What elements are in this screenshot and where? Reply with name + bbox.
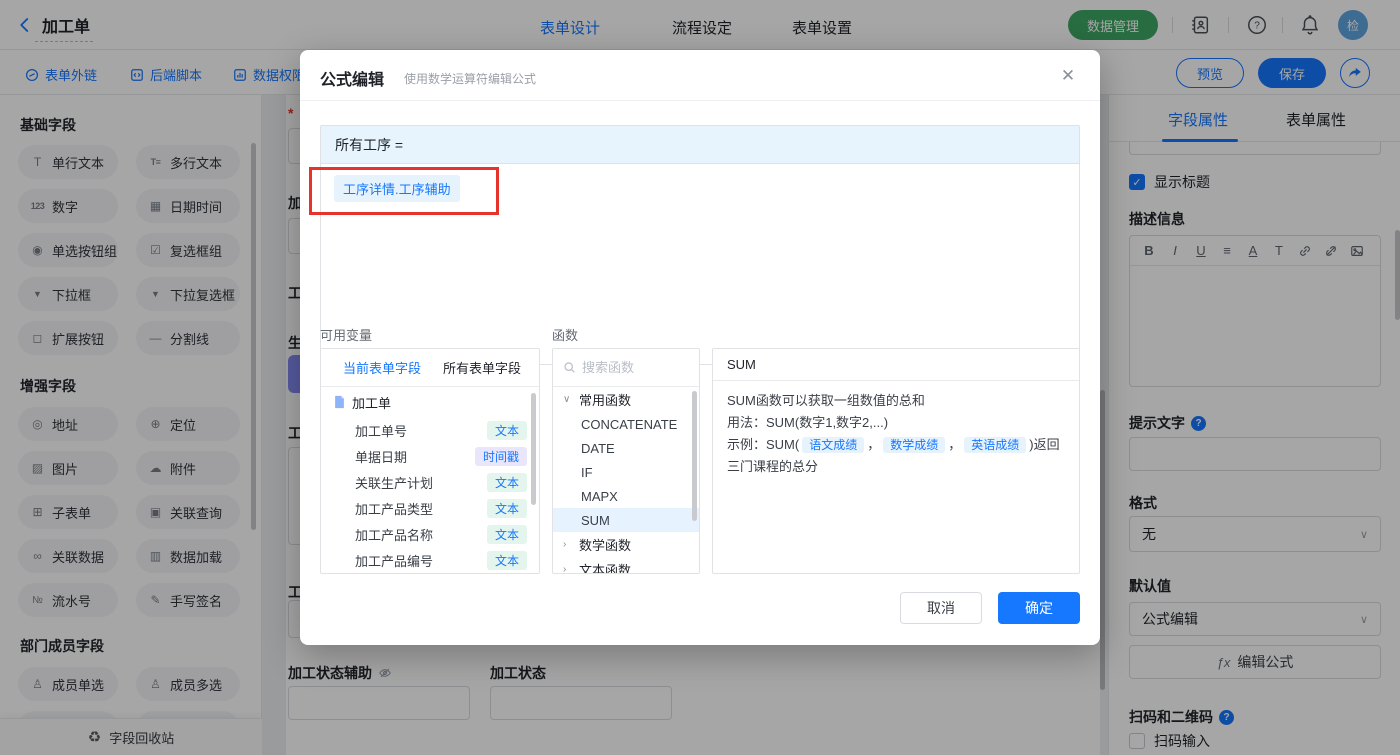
- dialog-title: 公式编辑: [320, 72, 385, 89]
- function-item[interactable]: MAPX: [553, 484, 699, 508]
- close-icon[interactable]: ✕: [1058, 66, 1078, 86]
- functions-label: 函数: [552, 328, 579, 343]
- search-icon: [563, 361, 576, 374]
- confirm-button[interactable]: 确定: [998, 592, 1080, 624]
- function-description-body: SUM函数可以获取一组数值的总和 用法：SUM(数字1,数字2,...) 示例：…: [713, 381, 1079, 487]
- example-field-chip: 英语成绩: [964, 437, 1027, 453]
- variable-row-clipped: [321, 573, 539, 574]
- description-example: 示例：SUM(语文成绩，数学成绩，英语成绩)返回三门课程的总分: [727, 437, 1060, 474]
- variables-panel: 当前表单字段 所有表单字段 加工单 加工单号 文本 单据日期 时间戳 关联生产计划文…: [320, 348, 540, 574]
- chevron-open-icon: ∨: [563, 394, 571, 405]
- variable-row[interactable]: 加工单号 文本: [321, 417, 539, 443]
- function-search-input[interactable]: [582, 360, 682, 375]
- type-tag: 文本: [486, 420, 527, 440]
- type-tag: 文本: [486, 550, 527, 570]
- variable-row[interactable]: 加工产品名称 文本: [321, 521, 539, 547]
- formula-edit-dialog: 公式编辑 使用数学运算符编辑公式 ✕ 所有工序 = 工序详情.工序辅助 可用变量…: [300, 50, 1100, 645]
- type-tag: 文本: [486, 498, 527, 518]
- function-name-header: SUM: [713, 349, 1079, 381]
- function-item[interactable]: CONCATENATE: [553, 412, 699, 436]
- formula-editor[interactable]: 所有工序 =: [320, 125, 1080, 365]
- cancel-button[interactable]: 取消: [900, 592, 982, 624]
- type-tag: 文本: [486, 524, 527, 544]
- function-item-selected[interactable]: SUM: [553, 508, 699, 532]
- variables-scrollbar[interactable]: [531, 393, 536, 505]
- chevron-closed-icon: ›: [563, 539, 567, 550]
- function-group-text[interactable]: › 文本函数: [553, 557, 699, 574]
- chevron-closed-icon: ›: [563, 564, 567, 574]
- function-item[interactable]: DATE: [553, 436, 699, 460]
- variable-row[interactable]: 关联生产计划 文本: [321, 469, 539, 495]
- example-field-chip: 数学成绩: [883, 437, 946, 453]
- tab-all-form-fields[interactable]: 所有表单字段: [421, 358, 521, 377]
- example-field-chip: 语文成绩: [802, 437, 865, 453]
- variables-tabs: 当前表单字段 所有表单字段: [321, 349, 539, 387]
- variables-label: 可用变量: [320, 328, 373, 343]
- tab-current-form-fields[interactable]: 当前表单字段: [321, 358, 421, 377]
- function-search[interactable]: [553, 349, 699, 387]
- functions-panel: ∨ 常用函数 CONCATENATE DATE IF MAPX SUM › 数学…: [552, 348, 700, 574]
- functions-scrollbar[interactable]: [692, 391, 697, 521]
- variables-form-root[interactable]: 加工单: [321, 387, 539, 417]
- variable-row[interactable]: 加工产品类型 文本: [321, 495, 539, 521]
- type-tag: 文本: [486, 472, 527, 492]
- function-group-common[interactable]: ∨ 常用函数: [553, 387, 699, 412]
- dialog-header-divider: [300, 100, 1100, 101]
- variable-row[interactable]: 单据日期 时间戳: [321, 443, 539, 469]
- form-doc-icon: [333, 395, 346, 409]
- annotation-red-box: [309, 167, 499, 215]
- formula-target-label: 所有工序 =: [335, 136, 404, 153]
- dialog-subtitle: 使用数学运算符编辑公式: [404, 72, 537, 86]
- type-tag: 时间戳: [474, 446, 527, 466]
- description-summary: SUM函数可以获取一组数值的总和: [727, 393, 925, 408]
- function-group-math[interactable]: › 数学函数: [553, 532, 699, 557]
- formula-target-row: 所有工序 =: [321, 126, 1079, 164]
- description-usage: 用法：SUM(数字1,数字2,...): [727, 415, 889, 430]
- function-description-panel: SUM SUM函数可以获取一组数值的总和 用法：SUM(数字1,数字2,...)…: [712, 348, 1080, 574]
- function-item[interactable]: IF: [553, 460, 699, 484]
- variable-row[interactable]: 加工产品编号 文本: [321, 547, 539, 573]
